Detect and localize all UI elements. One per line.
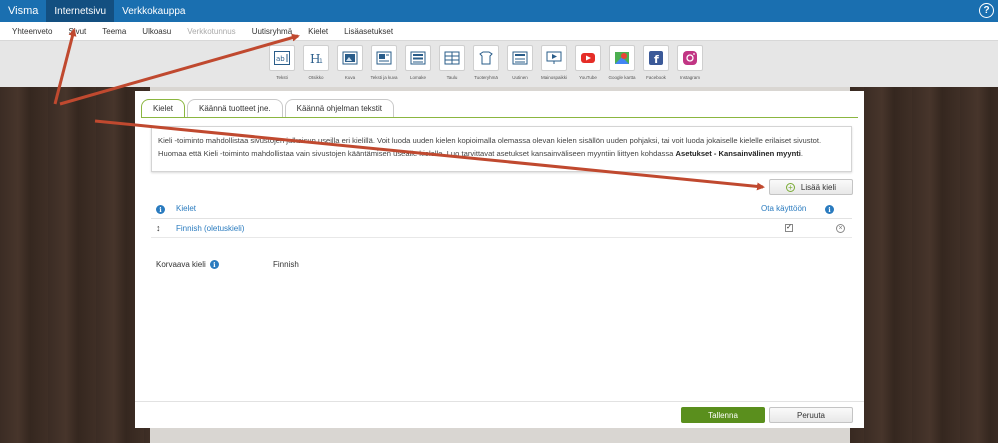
tab-translate-program-texts[interactable]: Käännä ohjelman tekstit (284, 99, 395, 117)
instagram-icon (683, 51, 697, 65)
fallback-language-value[interactable]: Finnish (273, 260, 299, 269)
tab-verkkokauppa[interactable]: Verkkokauppa (114, 0, 193, 22)
map-icon (615, 52, 629, 64)
fallback-language-label-group: Korvaava kieli i (156, 260, 219, 269)
language-link[interactable]: Finnish (oletuskieli) (176, 224, 244, 233)
top-navigation-bar: Visma Internetsivu Verkkokauppa ? (0, 0, 998, 22)
svg-text:1: 1 (319, 58, 323, 65)
languages-dialog: Kielet Käännä tuotteet jne. Käännä ohjel… (135, 91, 864, 428)
widget-map[interactable]: Google kartta (608, 45, 636, 80)
info-icon[interactable]: i (156, 205, 165, 214)
brand-logo[interactable]: Visma (0, 0, 46, 22)
enable-checkbox[interactable]: ✓ (785, 224, 793, 232)
product-group-icon (479, 51, 493, 65)
subnav-item-yhteenveto[interactable]: Yhteenveto (4, 27, 60, 36)
text-icon: ab (274, 51, 290, 65)
widget-product-group[interactable]: Tuoteryhmä (472, 45, 500, 80)
widget-facebook[interactable]: f Facebook (642, 45, 670, 80)
tab-internetsivu[interactable]: Internetsivu (46, 0, 115, 22)
drag-handle-icon[interactable]: ↕ (156, 223, 161, 233)
subnav-item-kielet[interactable]: Kielet (300, 27, 336, 36)
widget-news[interactable]: Uutinen (506, 45, 534, 80)
column-header-enable: Ota käyttöön (761, 204, 807, 213)
footer-divider (135, 401, 864, 402)
table-icon (444, 51, 460, 65)
help-icon[interactable]: ? (979, 3, 994, 18)
facebook-icon: f (649, 51, 663, 65)
save-button[interactable]: Tallenna (681, 407, 765, 423)
fallback-language-label: Korvaava kieli (156, 260, 206, 269)
widget-table[interactable]: Taulu (438, 45, 466, 80)
youtube-icon (581, 53, 595, 63)
info-text-line1: Kieli -toiminto mahdollistaa sivustojen … (158, 136, 822, 145)
table-header: i Kielet Ota käyttöön i (151, 201, 852, 219)
subnav-item-teema[interactable]: Teema (94, 27, 134, 36)
widget-text[interactable]: ab Teksti (268, 45, 296, 80)
widget-heading[interactable]: H1 Otsikko (302, 45, 330, 80)
tab-underline (141, 117, 858, 118)
subnav-item-verkkotunnus: Verkkotunnus (187, 26, 236, 36)
info-icon[interactable]: i (209, 260, 219, 269)
text-image-icon (376, 51, 392, 65)
widget-ad[interactable]: Mainospaikki (540, 45, 568, 80)
news-icon (512, 51, 528, 65)
ad-icon (546, 51, 562, 64)
tab-kielet[interactable]: Kielet (141, 99, 186, 117)
add-language-button[interactable]: + Lisää kieli (769, 179, 853, 195)
international-sales-link[interactable]: Asetukset - Kansainvälinen myynti (676, 149, 801, 158)
subnav-item-sivut[interactable]: Sivut (60, 27, 94, 36)
sub-navigation: Yhteenveto Sivut Teema Ulkoasu Verkkotun… (0, 22, 998, 41)
widget-form[interactable]: Lomake (404, 45, 432, 80)
widget-toolbar: ab Teksti H1 Otsikko Kuva Teksti ja kuva… (0, 41, 998, 87)
table-row: ↕ Finnish (oletuskieli) ✓ × (151, 220, 852, 238)
form-icon (410, 51, 426, 65)
cancel-button[interactable]: Peruuta (769, 407, 853, 423)
info-icon[interactable]: i (825, 205, 834, 214)
svg-text:ab: ab (276, 55, 285, 63)
image-icon (342, 51, 358, 65)
widget-text-image[interactable]: Teksti ja kuva (370, 45, 398, 80)
widget-instagram[interactable]: Instagram (676, 45, 704, 80)
info-text-line2: Huomaa että Kieli -toiminto mahdollistaa… (158, 149, 803, 158)
subnav-item-uutisryhma[interactable]: Uutisryhmä (244, 27, 300, 36)
tab-translate-products[interactable]: Käännä tuotteet jne. (187, 99, 283, 117)
column-header-languages: Kielet (176, 204, 197, 213)
subnav-item-lisaasetukset[interactable]: Lisäasetukset (336, 27, 401, 36)
subnav-item-ulkoasu[interactable]: Ulkoasu (134, 27, 179, 36)
svg-text:f: f (654, 53, 659, 65)
remove-icon[interactable]: × (836, 224, 845, 233)
plus-icon: + (785, 182, 795, 192)
widget-image[interactable]: Kuva (336, 45, 364, 80)
info-box: Kieli -toiminto mahdollistaa sivustojen … (151, 126, 852, 172)
widget-youtube[interactable]: YouTube (574, 45, 602, 80)
heading-icon: H1 (310, 52, 323, 65)
